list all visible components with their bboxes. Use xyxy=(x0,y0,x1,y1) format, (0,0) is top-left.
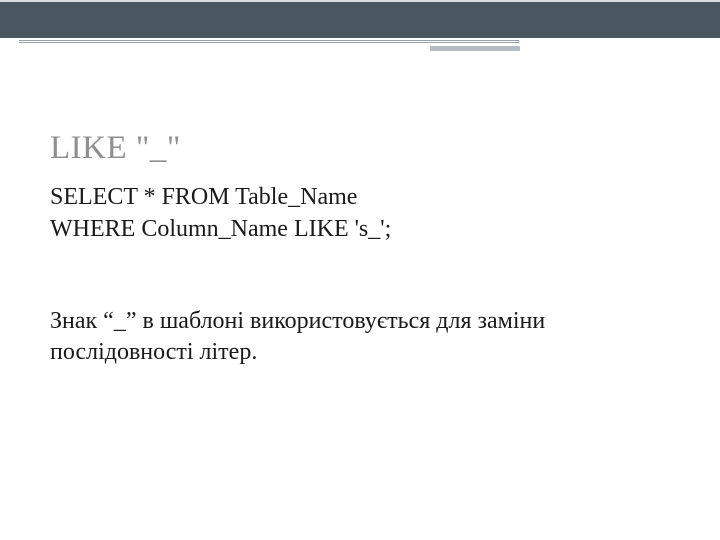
slide-title: LIKE "_" xyxy=(50,130,670,167)
code-line-2: WHERE Column_Name LIKE 's_'; xyxy=(50,213,670,245)
slide-top-bar xyxy=(0,0,720,38)
slide-description: Знак “_” в шаблоні використовується для … xyxy=(50,306,640,369)
code-line-1: SELECT * FROM Table_Name xyxy=(50,181,670,213)
slide: LIKE "_" SELECT * FROM Table_Name WHERE … xyxy=(0,0,720,540)
slide-divider xyxy=(0,40,720,52)
code-block: SELECT * FROM Table_Name WHERE Column_Na… xyxy=(50,181,670,246)
slide-content: LIKE "_" SELECT * FROM Table_Name WHERE … xyxy=(50,130,670,369)
